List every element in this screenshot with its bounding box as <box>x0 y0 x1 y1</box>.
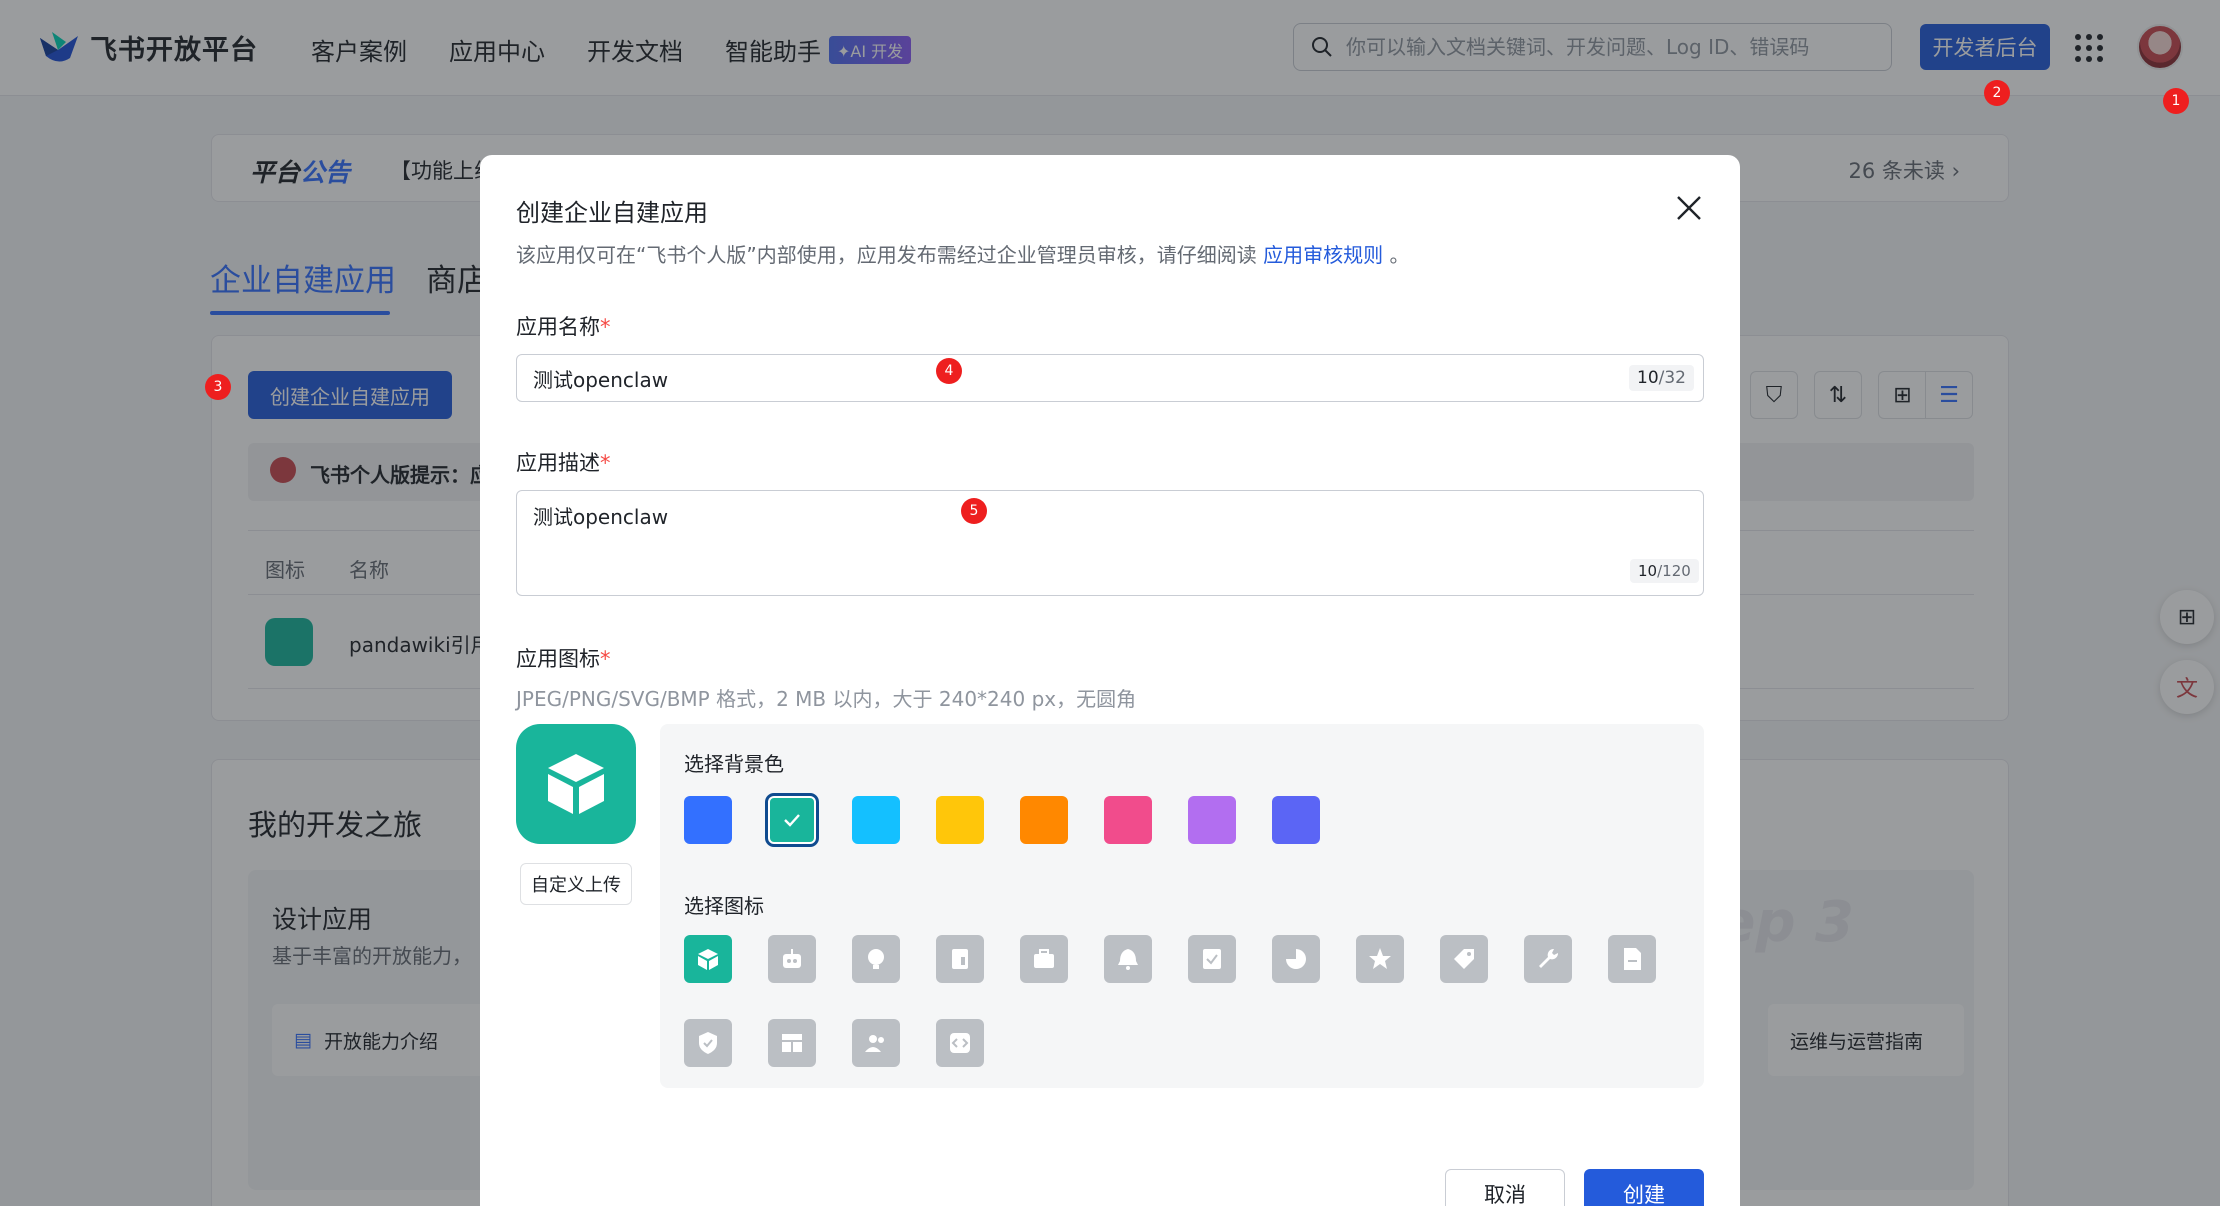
layout-icon[interactable] <box>768 1019 816 1067</box>
marker-1: 1 <box>2163 88 2189 114</box>
bulb-icon[interactable] <box>852 935 900 983</box>
icon-format-hint: JPEG/PNG/SVG/BMP 格式，2 MB 以内，大于 240*240 p… <box>516 687 1137 711</box>
marker-5: 5 <box>961 498 987 524</box>
robot-icon[interactable] <box>768 935 816 983</box>
users-icon[interactable] <box>852 1019 900 1067</box>
pie-icon[interactable] <box>1272 935 1320 983</box>
checklist-icon[interactable] <box>1188 935 1236 983</box>
icon-preview <box>516 724 636 844</box>
marker-4: 4 <box>936 358 962 384</box>
doc-icon[interactable] <box>1608 935 1656 983</box>
app-name-input[interactable] <box>516 354 1704 402</box>
bell-icon[interactable] <box>1104 935 1152 983</box>
cancel-button[interactable]: 取消 <box>1445 1169 1565 1206</box>
desc-char-counter: 10/120 <box>1630 559 1699 583</box>
bg-color-label: 选择背景色 <box>684 752 784 776</box>
code-icon[interactable] <box>936 1019 984 1067</box>
cube-icon <box>548 754 604 814</box>
star-icon[interactable] <box>1356 935 1404 983</box>
name-char-counter: 10/32 <box>1629 365 1694 391</box>
marker-2: 2 <box>1984 80 2010 106</box>
wrench-icon[interactable] <box>1524 935 1572 983</box>
marker-3: 3 <box>205 374 231 400</box>
cube-icon[interactable] <box>684 935 732 983</box>
glyph-label: 选择图标 <box>684 894 764 918</box>
app-desc-textarea[interactable]: 测试openclaw <box>516 490 1704 596</box>
close-icon[interactable] <box>1674 193 1704 223</box>
custom-upload-button[interactable]: 自定义上传 <box>520 863 632 905</box>
tag-icon[interactable] <box>1440 935 1488 983</box>
bg-color-swatch[interactable] <box>765 793 819 847</box>
app-icon-label: 应用图标* <box>516 647 611 671</box>
create-app-dialog: 创建企业自建应用 该应用仅可在“飞书个人版”内部使用，应用发布需经过企业管理员审… <box>480 155 1740 1206</box>
bg-color-swatch[interactable] <box>1188 796 1236 844</box>
icon-picker-panel: 选择背景色 选择图标 <box>660 724 1704 1088</box>
briefcase-icon[interactable] <box>1020 935 1068 983</box>
dialog-subtitle: 该应用仅可在“飞书个人版”内部使用，应用发布需经过企业管理员审核，请仔细阅读 应… <box>516 243 1410 267</box>
review-rules-link[interactable]: 应用审核规则 <box>1263 243 1383 267</box>
bg-color-swatch[interactable] <box>1272 796 1320 844</box>
bg-color-swatch[interactable] <box>684 796 732 844</box>
check-icon <box>784 814 800 827</box>
shield-icon[interactable] <box>684 1019 732 1067</box>
book-icon[interactable] <box>936 935 984 983</box>
app-name-label: 应用名称* <box>516 315 611 339</box>
bg-color-swatch[interactable] <box>852 796 900 844</box>
create-button[interactable]: 创建 <box>1584 1169 1704 1206</box>
app-desc-label: 应用描述* <box>516 451 611 475</box>
bg-color-swatch[interactable] <box>1104 796 1152 844</box>
dialog-title: 创建企业自建应用 <box>516 199 708 227</box>
bg-color-swatch[interactable] <box>1020 796 1068 844</box>
bg-color-swatch[interactable] <box>936 796 984 844</box>
